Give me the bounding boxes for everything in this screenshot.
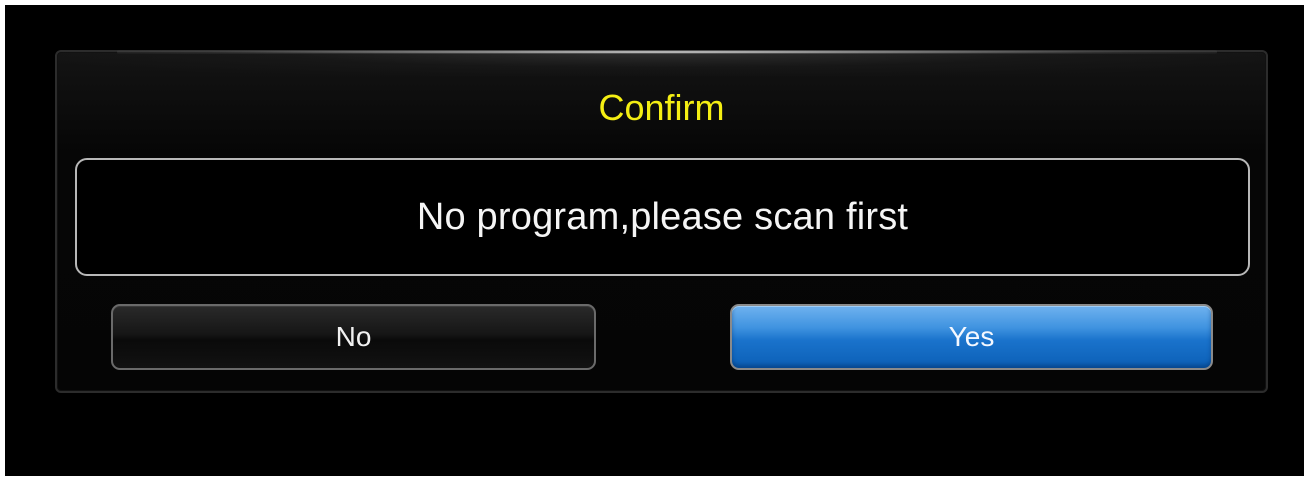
dialog-title: Confirm [598, 87, 725, 128]
dialog-top-glow [117, 50, 1217, 54]
no-button[interactable]: No [111, 304, 596, 370]
confirm-dialog: Confirm No program,please scan first No … [55, 50, 1268, 393]
yes-button[interactable]: Yes [730, 304, 1213, 370]
dialog-top-shine [57, 52, 1266, 76]
dialog-message: No program,please scan first [416, 195, 909, 238]
yes-button-label: Yes [948, 321, 995, 352]
no-button-label: No [335, 321, 372, 352]
message-box: No program,please scan first [75, 158, 1250, 276]
